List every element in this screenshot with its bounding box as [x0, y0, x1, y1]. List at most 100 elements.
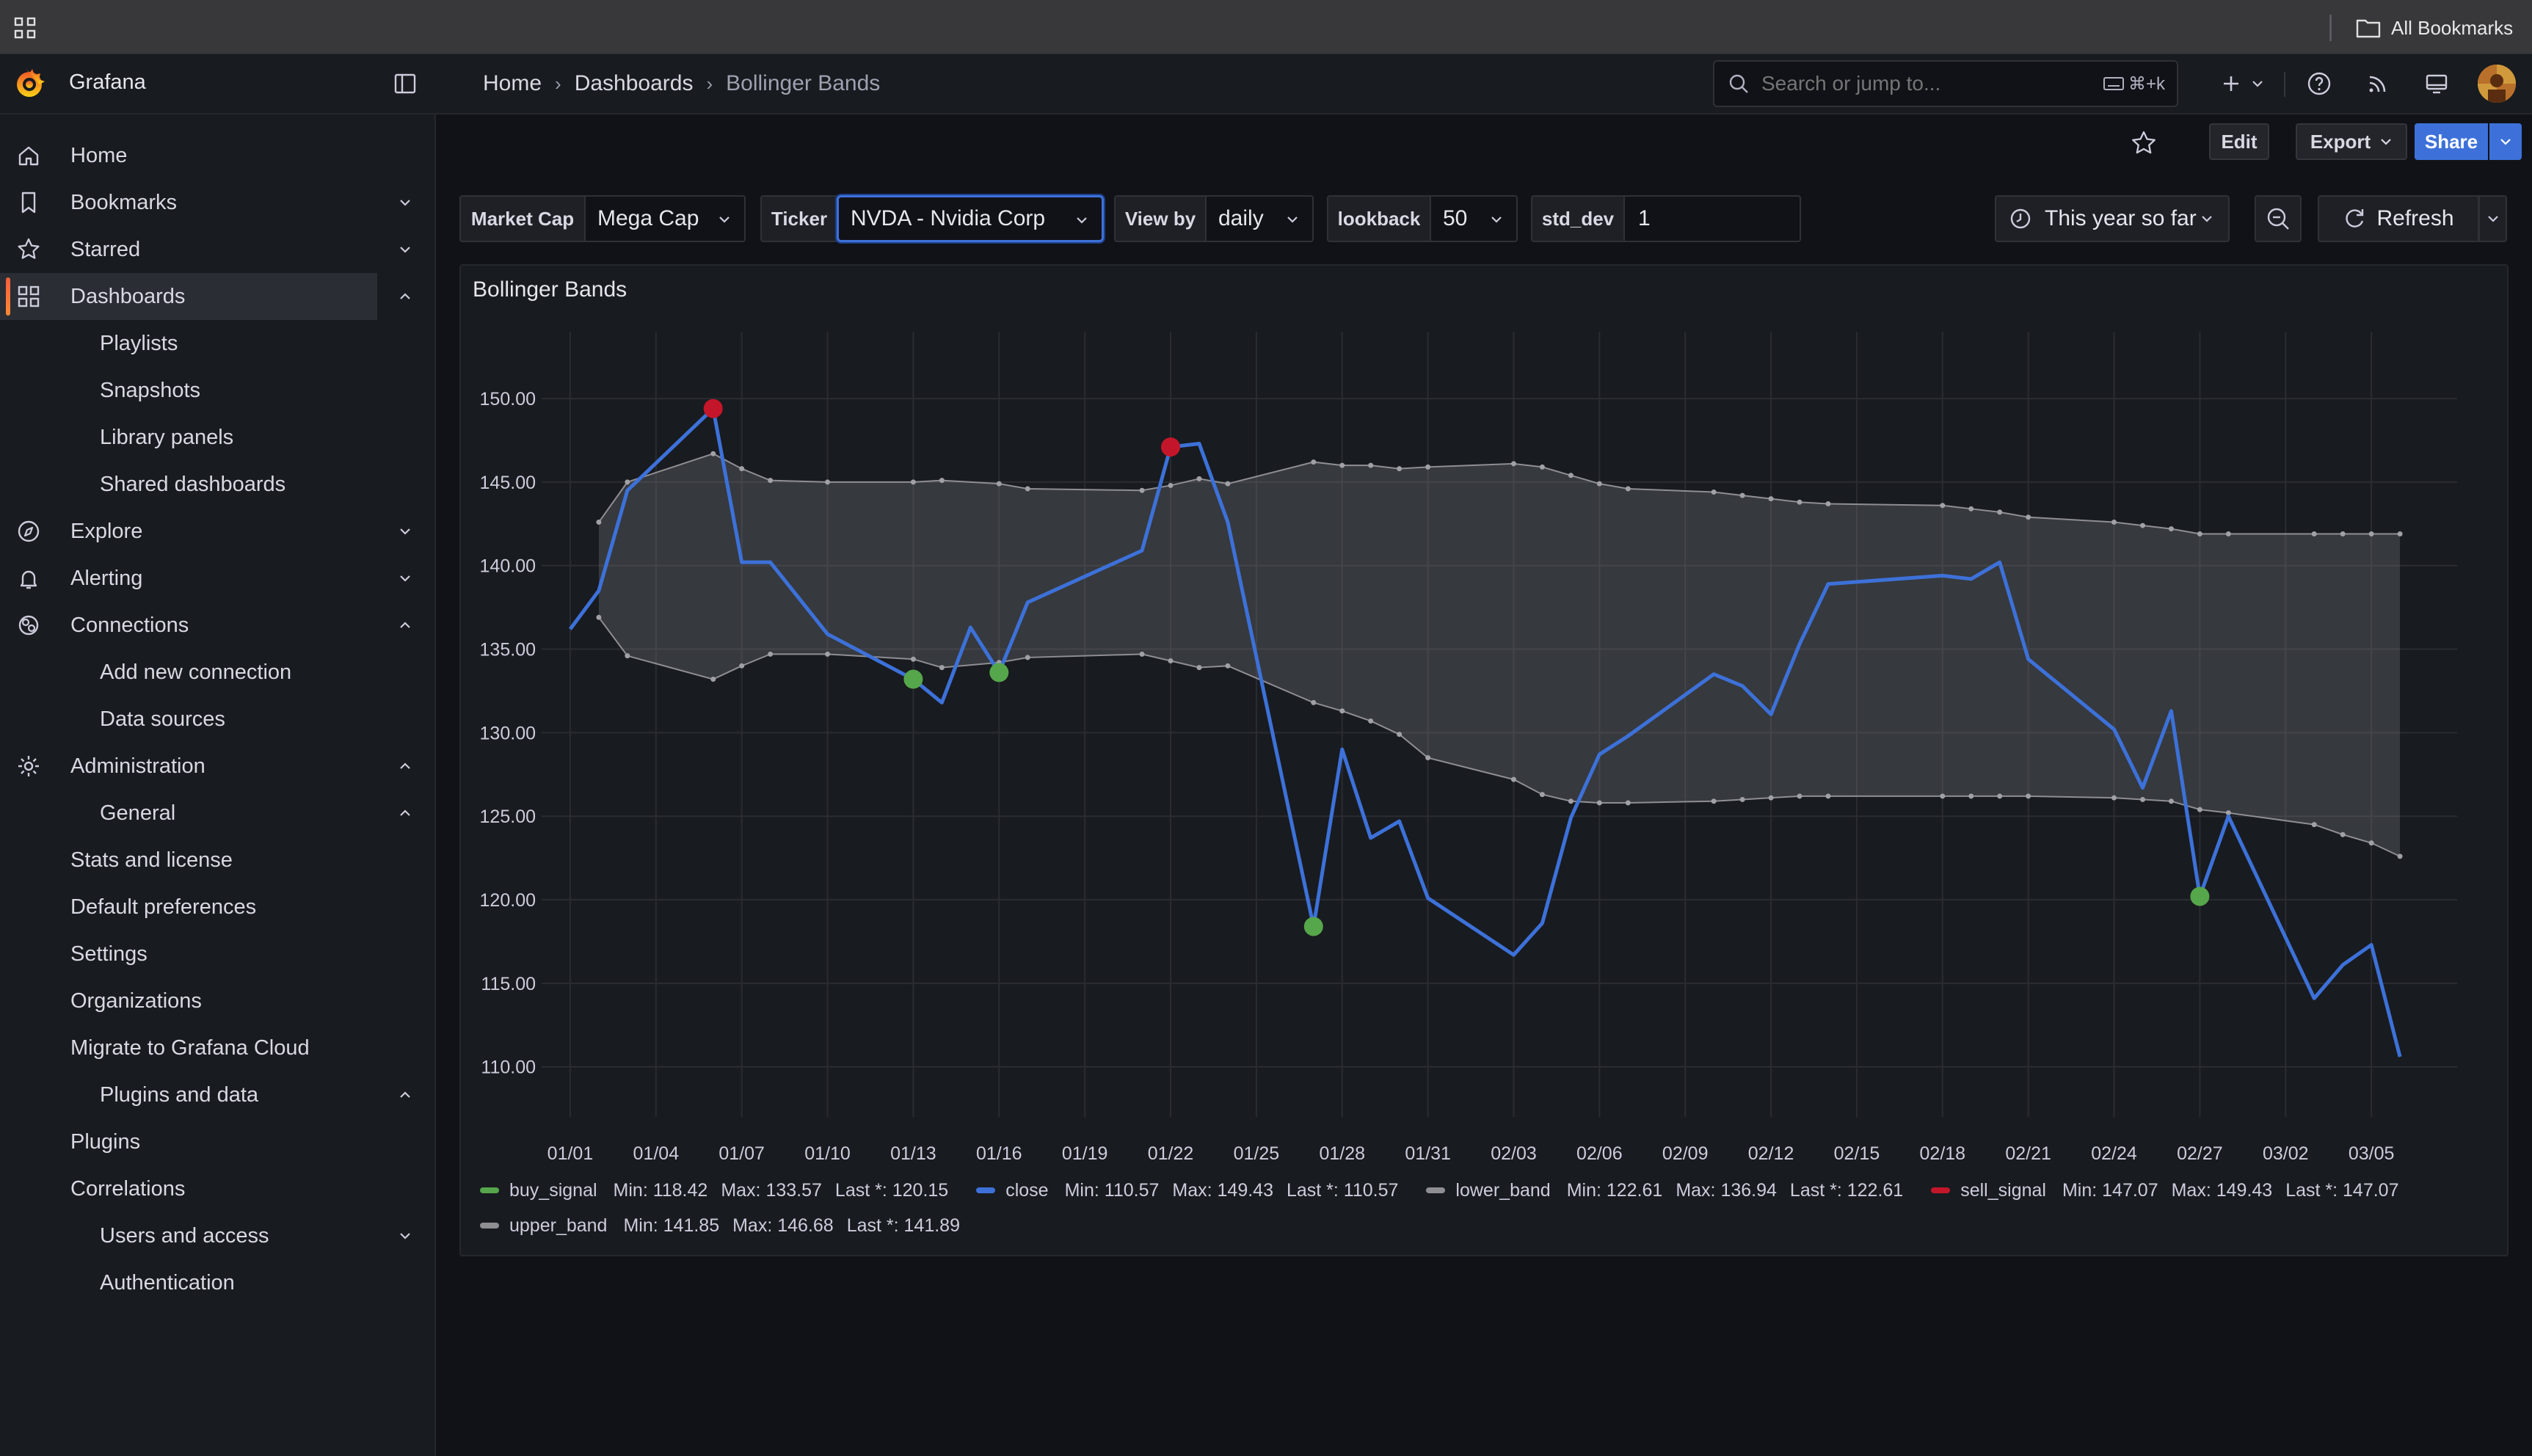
- search-input[interactable]: [1760, 71, 2071, 96]
- export-button[interactable]: Export: [2296, 123, 2407, 160]
- upper-band-point: [2340, 531, 2346, 536]
- y-tick-label: 125.00: [480, 807, 536, 827]
- chevron-down-icon[interactable]: [396, 523, 414, 540]
- sidebar-item-correlations[interactable]: Correlations: [0, 1165, 434, 1212]
- legend-item-lower-band[interactable]: lower_band Min: 122.61 Max: 136.94 Last *: …: [1426, 1180, 1916, 1201]
- ticker-select[interactable]: NVDA - Nvidia Corp: [837, 195, 1104, 242]
- zoom-out-button[interactable]: [2255, 195, 2302, 242]
- upper-band-point: [1368, 462, 1374, 468]
- chevron-down-icon[interactable]: [396, 194, 414, 211]
- sidebar-item-snapshots[interactable]: Snapshots: [0, 367, 434, 414]
- std-dev-input[interactable]: [1637, 205, 1786, 232]
- sidebar-item-library-panels[interactable]: Library panels: [0, 414, 434, 461]
- chevron-down-icon[interactable]: [396, 241, 414, 258]
- upper-band-point: [739, 466, 745, 472]
- sidebar-item-home[interactable]: Home: [0, 132, 434, 179]
- sidebar-item-add-new-connection[interactable]: Add new connection: [0, 649, 434, 696]
- plus-icon[interactable]: [2218, 70, 2244, 97]
- grafana-logo-icon[interactable]: [12, 66, 47, 101]
- monitor-icon[interactable]: [2423, 70, 2450, 97]
- all-bookmarks-button[interactable]: All Bookmarks: [2356, 15, 2513, 41]
- sidebar-item-general[interactable]: General: [0, 790, 434, 837]
- share-menu-button[interactable]: [2489, 123, 2522, 160]
- sidebar-item-shared-dashboards[interactable]: Shared dashboards: [0, 461, 434, 508]
- lower-band-point: [739, 663, 745, 669]
- sidebar-item-stats-and-license[interactable]: Stats and license: [0, 837, 434, 884]
- upper-band-point: [1025, 486, 1030, 492]
- lower-band-point: [2368, 840, 2374, 846]
- lower-band-point: [1825, 793, 1831, 799]
- breadcrumb-home[interactable]: Home: [483, 71, 542, 96]
- breadcrumb-dashboards[interactable]: Dashboards: [575, 71, 694, 96]
- panel-title[interactable]: Bollinger Bands: [473, 277, 627, 302]
- chevron-up-icon[interactable]: [396, 757, 414, 775]
- star-icon[interactable]: [2130, 129, 2158, 157]
- sidebar-item-data-sources[interactable]: Data sources: [0, 696, 434, 743]
- lookback-select[interactable]: 50: [1431, 195, 1518, 242]
- legend-swatch: [1931, 1187, 1951, 1193]
- sidebar-item-organizations[interactable]: Organizations: [0, 978, 434, 1024]
- y-tick-label: 110.00: [481, 1058, 536, 1078]
- chevron-down-icon[interactable]: [396, 1227, 414, 1245]
- rss-icon[interactable]: [2365, 70, 2391, 97]
- upper-band-point: [1739, 492, 1745, 498]
- sidebar-item-users-and-access[interactable]: Users and access: [0, 1212, 434, 1259]
- user-avatar[interactable]: [2478, 65, 2516, 103]
- share-button[interactable]: Share: [2415, 123, 2488, 160]
- x-tick-label: 01/04: [633, 1143, 680, 1164]
- y-tick-label: 130.00: [480, 723, 536, 743]
- upper-band-point: [1625, 486, 1631, 492]
- legend-item-close[interactable]: close Min: 110.57 Max: 149.43 Last *: 110.5…: [976, 1180, 1411, 1201]
- upper-band-point: [1339, 462, 1345, 468]
- sidebar-item-playlists[interactable]: Playlists: [0, 320, 434, 367]
- sidebar-item-authentication[interactable]: Authentication: [0, 1259, 434, 1306]
- lower-band-point: [2139, 796, 2145, 802]
- sidebar: Home Bookmarks Starred Dashboards Playlists S…: [0, 114, 436, 1456]
- lower-band-point: [2197, 807, 2202, 812]
- sidebar-item-default-preferences[interactable]: Default preferences: [0, 884, 434, 931]
- dock-menu-icon[interactable]: [393, 72, 417, 95]
- sidebar-item-connections[interactable]: Connections: [0, 602, 434, 649]
- sidebar-item-alerting[interactable]: Alerting: [0, 555, 434, 602]
- std-dev-field[interactable]: [1625, 195, 1801, 242]
- chevron-down-icon[interactable]: [396, 569, 414, 587]
- refresh-interval-button[interactable]: [2479, 195, 2507, 242]
- legend-name: upper_band: [509, 1215, 608, 1236]
- lower-band-point: [2311, 822, 2317, 828]
- upper-band-point: [2111, 520, 2117, 525]
- chevron-up-icon[interactable]: [396, 1086, 414, 1104]
- bell-icon: [20, 570, 37, 589]
- legend-item-upper-band[interactable]: upper_band Min: 141.85 Max: 146.68 Last *: …: [480, 1215, 973, 1237]
- search-icon: [1729, 74, 1748, 93]
- sidebar-item-starred[interactable]: Starred: [0, 226, 434, 273]
- clock-icon: [2010, 208, 2031, 229]
- edit-button[interactable]: Edit: [2209, 123, 2269, 160]
- sidebar-item-administration[interactable]: Administration: [0, 743, 434, 790]
- lower-band-point: [1940, 793, 1946, 799]
- chevron-down-icon[interactable]: [2250, 76, 2265, 91]
- refresh-button[interactable]: Refresh: [2318, 195, 2479, 242]
- sidebar-item-settings[interactable]: Settings: [0, 931, 434, 978]
- apps-grid-icon[interactable]: [13, 16, 37, 40]
- sidebar-item-plugins[interactable]: Plugins: [0, 1118, 434, 1165]
- view-by-select[interactable]: daily: [1207, 195, 1314, 242]
- sidebar-item-dashboards[interactable]: Dashboards: [0, 273, 410, 320]
- chevron-up-icon[interactable]: [396, 804, 414, 822]
- sidebar-item-explore[interactable]: Explore: [0, 508, 434, 555]
- help-icon[interactable]: [2306, 70, 2332, 97]
- sidebar-item-migrate-to-grafana-cloud[interactable]: Migrate to Grafana Cloud: [0, 1024, 434, 1071]
- sidebar-item-bookmarks[interactable]: Bookmarks: [0, 179, 434, 226]
- sidebar-item-label: Plugins: [70, 1129, 141, 1154]
- legend-item-buy-signal[interactable]: buy_signal Min: 118.42 Max: 133.57 Last *: …: [480, 1180, 961, 1201]
- chevron-up-icon[interactable]: [396, 616, 414, 634]
- lower-band-point: [768, 651, 774, 657]
- legend-name: close: [1005, 1179, 1049, 1201]
- legend-item-sell-signal[interactable]: sell_signal Min: 147.07 Max: 149.43 Last *:…: [1931, 1180, 2412, 1201]
- search-box[interactable]: ⌘+k: [1713, 60, 2178, 107]
- lower-band-point: [1739, 796, 1745, 802]
- chevron-up-icon[interactable]: [396, 288, 414, 305]
- legend-last: Last *: 141.89: [846, 1215, 960, 1236]
- sidebar-item-plugins-and-data[interactable]: Plugins and data: [0, 1071, 434, 1118]
- time-range-picker[interactable]: This year so far: [1995, 195, 2230, 242]
- market-cap-select[interactable]: Mega Cap: [586, 195, 746, 242]
